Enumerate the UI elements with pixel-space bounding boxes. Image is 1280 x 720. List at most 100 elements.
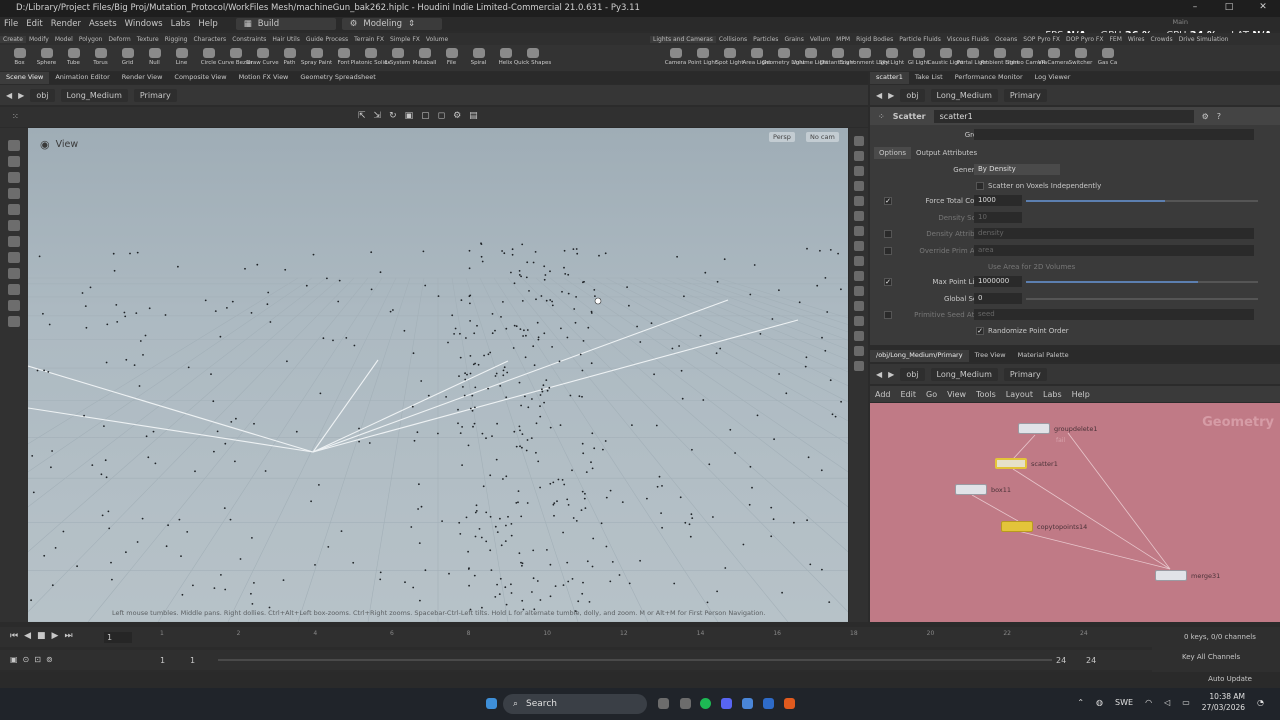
breadcrumb-node[interactable]: Long_Medium (930, 367, 998, 381)
auto-update-menu[interactable]: Auto Update (1208, 675, 1252, 683)
timeline[interactable]: ⏮◀■▶⏭ 1 1 2 4 6 8 10 12 14 16 18 20 22 24 (0, 627, 1152, 647)
shelf-tab-mpm[interactable]: MPM (833, 36, 853, 43)
node-merge31[interactable]: merge31 (1155, 570, 1220, 581)
tool-sphere[interactable]: Sphere (33, 45, 60, 71)
tab-material-palette[interactable]: Material Palette (1012, 350, 1075, 362)
tool-font[interactable]: Font (330, 45, 357, 71)
tab-animation-editor[interactable]: Animation Editor (49, 72, 115, 84)
rotate-tool-icon[interactable] (8, 172, 20, 183)
tool-switcher[interactable]: Switcher (1067, 45, 1094, 71)
tool-sky-light[interactable]: Sky Light (878, 45, 905, 71)
shelf-tab-characters[interactable]: Characters (190, 36, 229, 43)
tool-file[interactable]: File (438, 45, 465, 71)
force-total-field[interactable]: 1000 (974, 195, 1022, 206)
back-arrow-icon[interactable]: ◀ (6, 91, 12, 100)
display-option-icon[interactable] (853, 241, 864, 251)
shelf-tab-terrain-fx[interactable]: Terrain FX (351, 36, 387, 43)
display-option-icon[interactable] (853, 136, 864, 146)
shelf-tab-particle-fluids[interactable]: Particle Fluids (896, 36, 944, 43)
display-option-icon[interactable] (853, 286, 864, 296)
breadcrumb-sub[interactable]: Primary (1003, 367, 1047, 381)
force-total-checkbox[interactable]: ✓ (884, 197, 892, 205)
tool-area-light[interactable]: Area Light (742, 45, 771, 71)
tool-camera[interactable]: Camera (662, 45, 689, 71)
menu-edit[interactable]: Edit (22, 19, 46, 29)
tool-curve-bezier[interactable]: Curve Bezier (218, 45, 253, 71)
persp-menu[interactable]: Persp (769, 132, 795, 142)
handle-tool-icon[interactable] (8, 204, 20, 215)
tool-line[interactable]: Line (168, 45, 195, 71)
scatter-voxels-checkbox[interactable] (976, 182, 984, 190)
tab-tree-view[interactable]: Tree View (969, 350, 1012, 362)
tool-circle[interactable]: Circle (195, 45, 222, 71)
tool-gas-ca[interactable]: Gas Ca (1094, 45, 1121, 71)
node-body[interactable] (1001, 521, 1033, 532)
range-tool-icons[interactable]: ▣⊙⊡⊚ (10, 655, 58, 664)
node-body[interactable] (1155, 570, 1187, 581)
tool-spiral[interactable]: Spiral (465, 45, 492, 71)
display-option-icon[interactable] (853, 226, 864, 236)
editor-icon[interactable] (763, 698, 774, 709)
shelf-tab-polygon[interactable]: Polygon (76, 36, 106, 43)
shelf-tab-modify[interactable]: Modify (26, 36, 52, 43)
discord-icon[interactable] (721, 698, 732, 709)
display-option-icon[interactable] (853, 196, 864, 206)
shelf-tab-constraints[interactable]: Constraints (229, 36, 269, 43)
tab-motion-fx-view[interactable]: Motion FX View (233, 72, 295, 84)
range-end[interactable]: 24 (1056, 656, 1066, 665)
group-field[interactable] (974, 129, 1254, 140)
scene-viewport[interactable]: ◉ View Persp No cam Left mouse tumbles. … (28, 128, 848, 622)
tool-torus[interactable]: Torus (87, 45, 114, 71)
shelf-tab-grains[interactable]: Grains (781, 36, 806, 43)
wifi-icon[interactable]: ◠ (1145, 698, 1152, 707)
tool-stereo-camera[interactable]: Stereo Camera (1006, 45, 1047, 71)
menu-edit[interactable]: Edit (896, 390, 922, 399)
network-editor[interactable]: Geometry groupdelete1 fail scatter1 box1… (870, 403, 1280, 622)
shelf-tab-particles[interactable]: Particles (750, 36, 781, 43)
max-point-field[interactable]: 1000000 (974, 276, 1022, 287)
view-menu[interactable]: ◉ View (40, 138, 78, 151)
back-arrow-icon[interactable]: ◀ (876, 91, 882, 100)
language-indicator[interactable]: SWE (1115, 698, 1133, 707)
randomize-checkbox[interactable]: ✓ (976, 327, 984, 335)
menu-help[interactable]: Help (1067, 390, 1095, 399)
tool-volume-light[interactable]: Volume Light (793, 45, 828, 71)
shelf-tab-oceans[interactable]: Oceans (992, 36, 1020, 43)
display-option-icon[interactable] (853, 361, 864, 371)
forward-arrow-icon[interactable]: ▶ (18, 91, 24, 100)
camera-tool-icon[interactable] (8, 316, 20, 327)
menu-render[interactable]: Render (47, 19, 85, 29)
display-option-icon[interactable] (853, 166, 864, 176)
node-body[interactable] (995, 458, 1027, 469)
shelf-tab-texture[interactable]: Texture (134, 36, 162, 43)
chevron-up-icon[interactable]: ⌃ (1077, 698, 1084, 707)
close-icon[interactable]: ✕ (1246, 0, 1280, 17)
shelf-tab-viscous-fluids[interactable]: Viscous Fluids (944, 36, 992, 43)
max-point-slider[interactable] (1026, 281, 1258, 283)
breadcrumb-obj[interactable]: obj (30, 88, 55, 102)
start-icon[interactable] (486, 698, 497, 709)
tool-l-system[interactable]: L-System (384, 45, 411, 71)
view-tool-icon[interactable] (8, 236, 20, 247)
breadcrumb-sub[interactable]: Primary (1003, 88, 1047, 102)
menu-go[interactable]: Go (921, 390, 942, 399)
display-option-icon[interactable] (853, 316, 864, 326)
magnet-tool-icon[interactable] (8, 268, 20, 279)
shelf-tab-crowds[interactable]: Crowds (1148, 36, 1176, 43)
tool-box[interactable]: Box (6, 45, 33, 71)
breadcrumb-sub[interactable]: Primary (133, 88, 177, 102)
tab-log-viewer[interactable]: Log Viewer (1029, 72, 1077, 84)
shelf-tab-collisions[interactable]: Collisions (716, 36, 750, 43)
help-icon[interactable]: ? (1217, 112, 1221, 121)
shelf-tab-deform[interactable]: Deform (105, 36, 133, 43)
shelf-tab-lights-and-cameras[interactable]: Lights and Cameras (650, 35, 716, 43)
tool-platonic-solids[interactable]: Platonic Solids (351, 45, 390, 71)
forward-arrow-icon[interactable]: ▶ (888, 91, 894, 100)
display-option-icon[interactable] (853, 211, 864, 221)
shelf-tab-guide-process[interactable]: Guide Process (303, 36, 351, 43)
shelf-tab-drive-simulation[interactable]: Drive Simulation (1176, 36, 1232, 43)
node-groupdelete1[interactable]: groupdelete1 (1018, 423, 1098, 434)
shelf-tab-rigging[interactable]: Rigging (162, 36, 191, 43)
shelf-tab-dop-pyro-fx[interactable]: DOP Pyro FX (1063, 36, 1107, 43)
breadcrumb-obj[interactable]: obj (900, 88, 925, 102)
